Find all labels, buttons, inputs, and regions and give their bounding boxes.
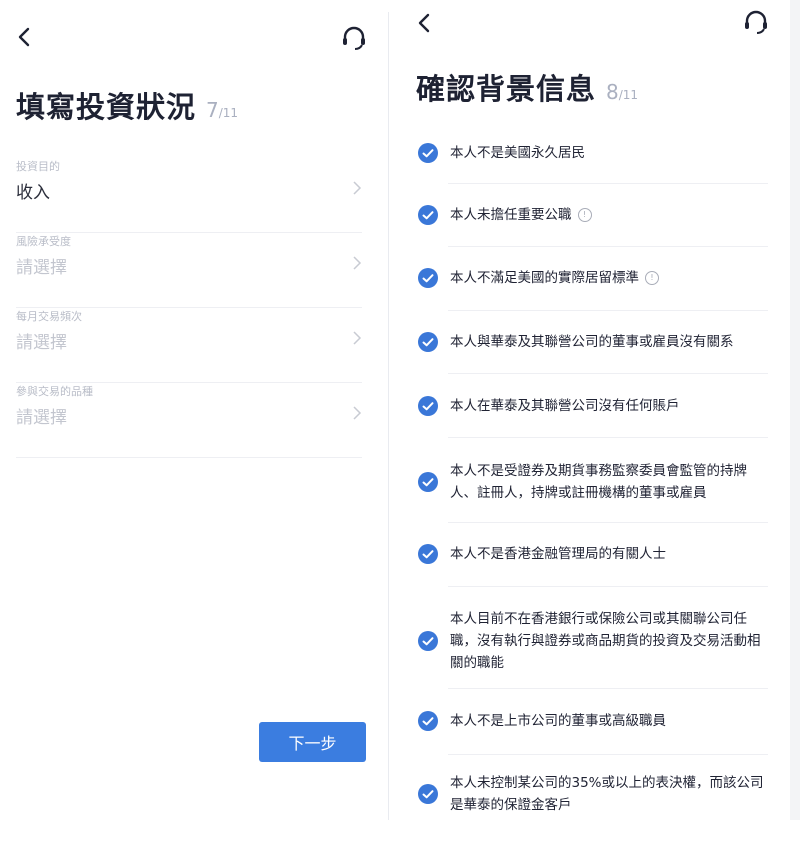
chevron-left-icon (18, 27, 30, 47)
headset-icon (745, 10, 767, 34)
divider (448, 183, 768, 184)
field-label: 每月交易頻次 (16, 310, 82, 323)
field-risk-tolerance[interactable]: 風險承受度 請選擇 (16, 233, 362, 308)
back-button[interactable] (14, 24, 38, 54)
step-indicator: 7/11 (206, 98, 238, 122)
chevron-right-icon (353, 406, 362, 420)
checklist-item[interactable]: 本人不是香港金融管理局的有關人士 (418, 543, 764, 565)
checklist-item-text: 本人不滿足美國的實際居留標準! (450, 267, 659, 289)
divider (448, 586, 768, 587)
divider (448, 522, 768, 523)
back-button[interactable] (414, 10, 438, 40)
page-title-text: 填寫投資狀況 (16, 90, 197, 124)
checklist-item[interactable]: 本人未擔任重要公職! (418, 204, 764, 226)
check-circle-icon (418, 472, 438, 492)
chevron-right-icon (353, 256, 362, 270)
check-circle-icon (418, 268, 438, 288)
field-value: 收入 (16, 183, 50, 203)
checklist-item-label: 本人不滿足美國的實際居留標準 (450, 270, 639, 286)
investment-status-screen: 填寫投資狀況 7/11 投資目的 收入 風險承受度 請選擇 每月交易頻次 請選擇 … (0, 0, 388, 820)
customer-service-button[interactable] (340, 24, 370, 54)
checklist-item[interactable]: 本人不是上市公司的董事或高級職員 (418, 710, 764, 732)
field-monthly-trade-frequency[interactable]: 每月交易頻次 請選擇 (16, 308, 362, 383)
checklist-item[interactable]: 本人不是美國永久居民 (418, 142, 764, 164)
check-circle-icon (418, 711, 438, 731)
divider (448, 310, 768, 311)
check-circle-icon (418, 784, 438, 804)
chevron-right-icon (353, 331, 362, 345)
field-label: 風險承受度 (16, 235, 71, 248)
checklist-item-text: 本人不是上市公司的董事或高級職員 (450, 713, 666, 729)
customer-service-button[interactable] (742, 8, 772, 38)
checklist-item-label: 本人未擔任重要公職 (450, 207, 572, 223)
field-label: 參與交易的品種 (16, 385, 93, 398)
headset-icon (343, 26, 365, 50)
chevron-right-icon (353, 181, 362, 195)
check-circle-icon (418, 332, 438, 352)
checklist-item-text: 本人目前不在香港銀行或保險公司或其關聯公司任職，沒有執行與證券或商品期貨的投資及… (450, 611, 761, 671)
checklist-item[interactable]: 本人不是受證券及期貨事務監察委員會監管的持牌人、註冊人，持牌或註冊機構的董事或雇… (418, 460, 764, 504)
checklist-item[interactable]: 本人目前不在香港銀行或保險公司或其關聯公司任職，沒有執行與證券或商品期貨的投資及… (418, 608, 764, 674)
panel-divider (388, 12, 389, 820)
info-icon[interactable]: ! (577, 208, 592, 222)
divider (448, 246, 768, 247)
info-icon[interactable]: ! (645, 271, 659, 285)
check-circle-icon (418, 143, 438, 163)
check-circle-icon (418, 396, 438, 416)
step-current: 7 (206, 98, 219, 122)
field-investment-purpose[interactable]: 投資目的 收入 (16, 158, 362, 233)
divider (448, 688, 768, 689)
step-total: /11 (218, 106, 239, 120)
checklist-item-text: 本人不是香港金融管理局的有關人士 (450, 546, 666, 562)
step-total: /11 (618, 88, 639, 102)
step-indicator: 8/11 (606, 80, 638, 104)
check-circle-icon (418, 205, 438, 225)
checklist-item-text: 本人不是受證券及期貨事務監察委員會監管的持牌人、註冊人，持牌或註冊機構的董事或雇… (450, 463, 747, 501)
field-value: 請選擇 (16, 258, 67, 278)
checklist-item-text: 本人與華泰及其聯營公司的董事或雇員沒有關系 (450, 334, 734, 350)
checklist-item[interactable]: 本人不滿足美國的實際居留標準! (418, 267, 764, 289)
page-title: 填寫投資狀況 7/11 (16, 84, 238, 126)
divider (448, 754, 768, 755)
next-step-button[interactable]: 下一步 (259, 722, 366, 762)
divider (448, 437, 768, 438)
checklist-item-text: 本人在華泰及其聯營公司沒有任何賬戶 (450, 398, 680, 414)
check-circle-icon (418, 631, 438, 651)
divider (448, 373, 768, 374)
bottom-margin (0, 820, 800, 849)
checklist-item[interactable]: 本人未控制某公司的35%或以上的表決權，而該公司是華泰的保證金客戶 (418, 772, 764, 816)
scroll-edge (790, 0, 800, 849)
checklist-item-text: 本人未擔任重要公職! (450, 204, 592, 226)
field-value: 請選擇 (16, 408, 67, 428)
page-title-text: 確認背景信息 (416, 72, 597, 106)
chevron-left-icon (418, 13, 430, 33)
checklist-item[interactable]: 本人與華泰及其聯營公司的董事或雇員沒有關系 (418, 331, 764, 353)
step-current: 8 (606, 80, 619, 104)
checklist-item-text: 本人不是美國永久居民 (450, 145, 585, 161)
background-confirmation-screen: 確認背景信息 8/11 本人不是美國永久居民 本人未擔任重要公職! 本人不滿足美國… (390, 0, 790, 820)
page-title: 確認背景信息 8/11 (416, 66, 638, 108)
check-circle-icon (418, 544, 438, 564)
field-value: 請選擇 (16, 333, 67, 353)
field-label: 投資目的 (16, 160, 60, 173)
checklist-item-text: 本人未控制某公司的35%或以上的表決權，而該公司是華泰的保證金客戶 (450, 775, 764, 813)
checklist-item[interactable]: 本人在華泰及其聯營公司沒有任何賬戶 (418, 395, 764, 417)
field-traded-products[interactable]: 參與交易的品種 請選擇 (16, 383, 362, 458)
